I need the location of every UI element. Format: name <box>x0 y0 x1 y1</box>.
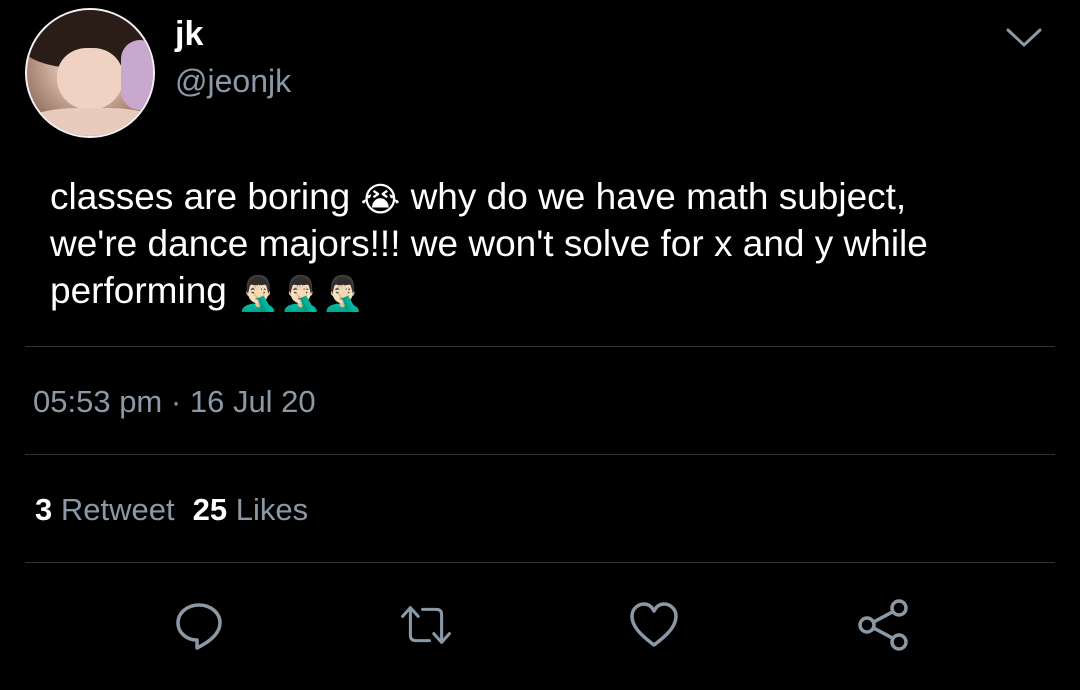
like-button[interactable] <box>626 597 682 653</box>
divider <box>25 562 1055 563</box>
avatar-shirt <box>121 40 153 110</box>
likes-label: Likes <box>235 492 309 527</box>
facepalm-emoji: 🤦🏻‍♂️ <box>237 275 280 313</box>
user-handle[interactable]: @jeonjk <box>175 63 291 100</box>
tweet-line-2: we're dance majors!!! we won't solve for… <box>50 223 928 264</box>
tweet-card: jk @jeonjk classes are boring 😭 why do w… <box>0 0 1080 690</box>
facepalm-emoji: 🤦🏻‍♂️ <box>279 275 322 313</box>
display-name[interactable]: jk <box>175 15 203 54</box>
share-icon <box>858 599 908 651</box>
divider <box>25 454 1055 455</box>
avatar[interactable] <box>25 8 155 138</box>
tweet-stats: 3 Retweet 25 Likes <box>35 492 308 528</box>
heart-icon <box>630 602 678 647</box>
retweet-count: 3 <box>35 492 53 527</box>
likes-count: 25 <box>192 492 228 527</box>
tweet-line-1: classes are boring 😭 why do we have math… <box>50 173 1050 220</box>
tweet-time: 05:53 pm <box>33 384 163 419</box>
share-button[interactable] <box>855 597 911 653</box>
retweet-label: Retweet <box>60 492 175 527</box>
tweet-text-part: performing <box>50 270 227 311</box>
facepalm-emoji: 🤦🏻‍♂️ <box>321 275 365 313</box>
avatar-arms <box>27 108 153 136</box>
crying-face-emoji: 😭 <box>360 181 401 219</box>
retweet-stat[interactable]: 3 Retweet <box>35 492 175 527</box>
tweet-text-part: why do we have math subject, <box>410 176 907 217</box>
separator-dot: · <box>170 384 182 419</box>
avatar-face <box>57 48 123 110</box>
likes-stat[interactable]: 25 Likes <box>193 492 308 527</box>
chevron-down-icon[interactable] <box>1002 24 1046 52</box>
tweet-date: 16 Jul 20 <box>189 384 316 419</box>
retweet-icon <box>401 606 451 644</box>
divider <box>25 346 1055 347</box>
tweet-text: classes are boring 😭 why do we have math… <box>50 173 1050 314</box>
tweet-text-part: classes are boring <box>50 176 351 217</box>
reply-icon <box>176 603 222 650</box>
tweet-timestamp[interactable]: 05:53 pm · 16 Jul 20 <box>33 384 316 420</box>
reply-button[interactable] <box>171 597 227 653</box>
retweet-button[interactable] <box>398 597 454 653</box>
tweet-line-3: performing 🤦🏻‍♂️🤦🏻‍♂️🤦🏻‍♂️ <box>50 267 1050 314</box>
